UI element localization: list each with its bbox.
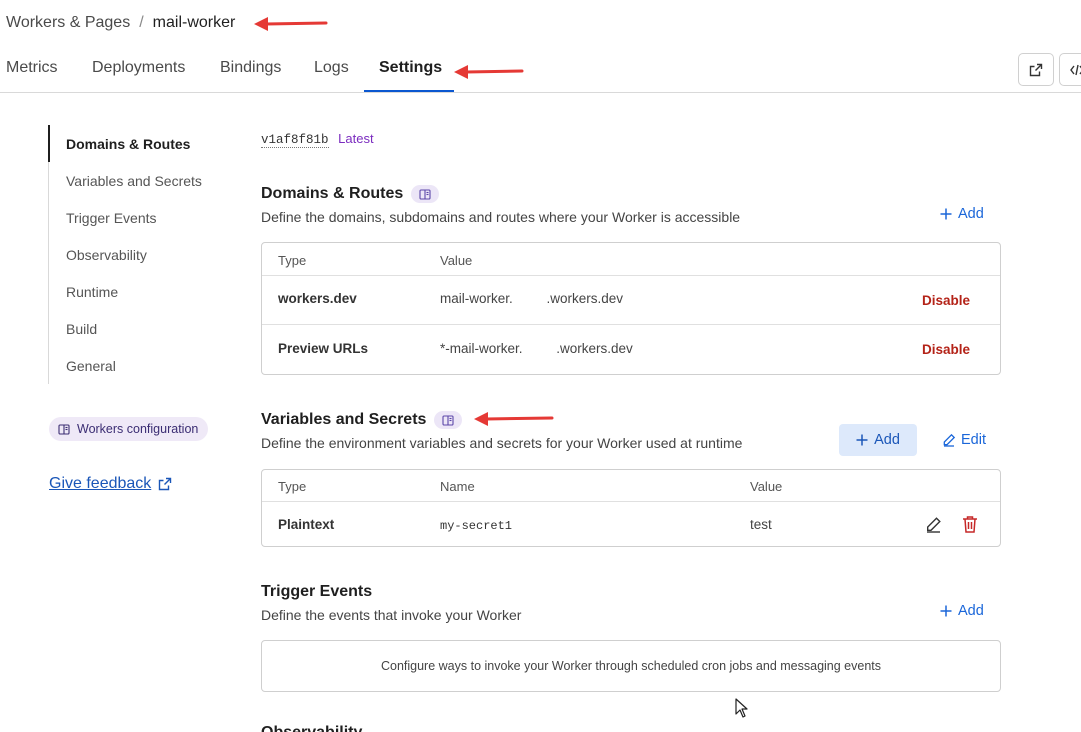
book-icon — [419, 188, 431, 200]
disable-workers-dev-button[interactable]: Disable — [922, 293, 970, 308]
add-variable-label: Add — [874, 432, 900, 448]
domains-routes-title: Domains & Routes — [261, 185, 440, 203]
tab-metrics[interactable]: Metrics — [6, 59, 58, 77]
domains-header-type: Type — [278, 253, 307, 268]
workers-configuration-link[interactable]: Workers configuration — [49, 417, 209, 441]
trigger-events-title-text: Trigger Events — [261, 583, 373, 600]
domains-routes-title-text: Domains & Routes — [261, 185, 404, 202]
annotation-arrow-settings — [454, 65, 524, 79]
edit-variables-button[interactable]: Edit — [942, 432, 986, 448]
observability-title: Observability — [261, 724, 362, 732]
annotation-arrow-variables — [474, 412, 554, 426]
pencil-icon — [943, 433, 956, 447]
variables-header-name: Name — [440, 479, 475, 494]
variables-docs-link[interactable] — [434, 411, 463, 429]
domains-row-value: *-mail-worker. .workers.dev — [440, 341, 633, 356]
tab-deployments[interactable]: Deployments — [92, 59, 185, 77]
variable-row-type: Plaintext — [278, 517, 335, 532]
trigger-events-empty-state: Configure ways to invoke your Worker thr… — [261, 640, 1001, 692]
sidebar-item-build[interactable]: Build — [66, 321, 97, 337]
variables-header-value: Value — [750, 479, 783, 494]
trigger-events-description: Define the events that invoke your Worke… — [261, 607, 522, 623]
workers-configuration-label: Workers configuration — [77, 422, 199, 436]
give-feedback-link[interactable]: Give feedback — [49, 475, 172, 493]
plus-icon — [940, 605, 952, 617]
domains-row-type: workers.dev — [278, 291, 357, 306]
edit-variable-icon[interactable] — [925, 516, 942, 533]
version-hash[interactable]: v1af8f81b — [261, 133, 329, 148]
sidebar-item-runtime[interactable]: Runtime — [66, 284, 118, 300]
disable-preview-urls-button[interactable]: Disable — [922, 342, 970, 357]
sidebar-item-observability[interactable]: Observability — [66, 247, 147, 263]
variables-secrets-title: Variables and Secrets — [261, 411, 463, 429]
breadcrumb-current: mail-worker — [152, 14, 236, 31]
domains-row-type: Preview URLs — [278, 341, 369, 356]
tab-bindings[interactable]: Bindings — [220, 59, 281, 77]
table-divider — [262, 275, 1000, 276]
mouse-cursor-icon — [735, 698, 748, 718]
trigger-events-title: Trigger Events — [261, 583, 372, 601]
code-icon — [1070, 64, 1081, 75]
active-tab-indicator — [364, 90, 454, 92]
add-variable-button[interactable]: Add — [839, 424, 917, 456]
book-icon — [442, 414, 454, 426]
external-link-icon — [159, 477, 172, 491]
breadcrumb-workers-pages[interactable]: Workers & Pages — [6, 14, 130, 32]
domains-header-value: Value — [440, 253, 473, 268]
tab-bar: Metrics Deployments Bindings Logs Settin… — [0, 48, 1081, 93]
variables-secrets-description: Define the environment variables and sec… — [261, 435, 743, 451]
edit-variables-label: Edit — [961, 432, 986, 448]
sidebar-active-indicator — [48, 125, 50, 162]
trigger-events-empty-text: Configure ways to invoke your Worker thr… — [380, 659, 882, 673]
code-view-button[interactable] — [1059, 53, 1081, 86]
table-divider — [262, 501, 1000, 502]
sidebar-item-trigger-events[interactable]: Trigger Events — [66, 210, 157, 226]
plus-icon — [940, 208, 952, 220]
domains-table: Type Value workers.dev mail-worker. .wor… — [261, 242, 1001, 375]
add-domain-label: Add — [958, 206, 984, 222]
annotation-arrow-breadcrumb — [254, 17, 328, 31]
breadcrumb-separator: / — [139, 14, 144, 31]
variable-row-value: test — [750, 517, 772, 532]
version-latest-tag: Latest — [338, 131, 374, 146]
sidebar-item-domains-routes[interactable]: Domains & Routes — [66, 136, 190, 152]
variables-secrets-title-text: Variables and Secrets — [261, 411, 427, 428]
variables-header-type: Type — [278, 479, 307, 494]
external-link-icon — [1029, 63, 1043, 76]
sidebar-item-variables-secrets[interactable]: Variables and Secrets — [66, 173, 202, 189]
settings-sidebar: Domains & Routes Variables and Secrets T… — [48, 125, 218, 384]
book-icon — [58, 423, 70, 435]
sidebar-item-general[interactable]: General — [66, 358, 116, 374]
table-divider — [262, 324, 1000, 325]
domains-row-value: mail-worker. .workers.dev — [440, 291, 624, 306]
domains-routes-description: Define the domains, subdomains and route… — [261, 209, 741, 225]
give-feedback-label: Give feedback — [49, 475, 152, 492]
add-domain-button[interactable]: Add — [940, 206, 984, 222]
open-external-button[interactable] — [1018, 53, 1054, 86]
trash-icon[interactable] — [962, 515, 978, 533]
variable-row-name: my-secret1 — [440, 519, 513, 533]
variables-table: Type Name Value Plaintext my-secret1 tes… — [261, 469, 1001, 547]
tab-settings[interactable]: Settings — [379, 59, 442, 77]
add-trigger-button[interactable]: Add — [940, 603, 984, 619]
plus-icon — [856, 434, 868, 446]
breadcrumb: Workers & Pages / mail-worker — [6, 14, 235, 32]
tab-logs[interactable]: Logs — [314, 59, 349, 77]
version-info: v1af8f81b Latest — [261, 131, 374, 148]
domains-docs-link[interactable] — [411, 185, 440, 203]
add-trigger-label: Add — [958, 603, 984, 619]
